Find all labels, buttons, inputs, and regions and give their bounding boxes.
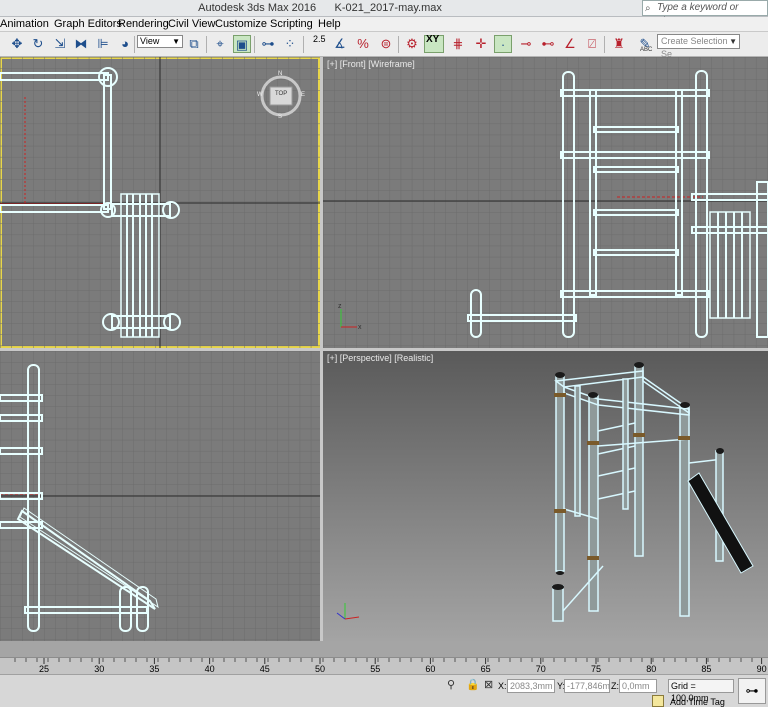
grid-snap-icon[interactable]: ⋕	[449, 35, 467, 53]
left-view-canvas	[0, 351, 320, 641]
x-coordinate-field[interactable]: 2083,3mm	[507, 679, 555, 693]
search-icon: ⌕	[645, 3, 651, 14]
menu-animation[interactable]: Animation	[0, 18, 49, 30]
viewcube-face-label: TOP	[275, 91, 288, 97]
title-bar: Autodesk 3ds Max 2016 K-021_2017-may.max…	[0, 0, 768, 27]
top-view-canvas	[0, 57, 320, 348]
svg-text:z: z	[338, 303, 342, 310]
time-tag-icon[interactable]	[652, 695, 664, 707]
main-toolbar: ✥ ↻ ⇲ ⧓ ⊫ ◕ ⧉ ⌖ ▣ ⊶ ⁘ ∡ % ⊜ ⚙ ⋕ ✛ · ⊸ ⊷ …	[0, 32, 768, 57]
pivot-snap-icon[interactable]: ✛	[472, 35, 490, 53]
menu-graph-editors[interactable]: Graph Editors	[54, 18, 122, 30]
viewcube-west: W	[257, 92, 263, 98]
menu-rendering[interactable]: Rendering	[118, 18, 169, 30]
track-bar-ruler[interactable]: 25 30 35 40 45 50 55 60 65 70 75 80 85 90	[0, 657, 768, 674]
spinner-snap-icon[interactable]: ⊜	[377, 35, 395, 53]
front-viewport-label[interactable]: [+] [Front] [Wireframe]	[327, 59, 415, 69]
viewcube-north: N	[278, 71, 283, 77]
search-input[interactable]: ⌕ Type a keyword or phrase	[642, 0, 768, 27]
x-label: X:	[498, 681, 507, 691]
chevron-down-icon: ▼	[729, 37, 737, 46]
ruler-tick-label: 35	[149, 664, 159, 674]
y-coordinate-field[interactable]: -177,846m	[564, 679, 610, 693]
rotate-icon[interactable]: ↻	[29, 35, 47, 53]
file-name: K-021_2017-may.max	[334, 2, 442, 14]
ruler-tick-label: 40	[205, 664, 215, 674]
svg-text:x: x	[358, 324, 362, 331]
ruler-tick-label: 50	[315, 664, 325, 674]
tangent-snap-icon[interactable]: ⍁	[583, 35, 601, 53]
z-label: Z:	[611, 681, 619, 691]
ruler-tick-label: 45	[260, 664, 270, 674]
time-slider[interactable]	[0, 641, 768, 657]
ruler-tick-label: 70	[536, 664, 546, 674]
constraint-icon[interactable]: ⚙	[403, 35, 421, 53]
viewport-left[interactable]	[0, 351, 320, 641]
angle-snap-icon[interactable]: ∡	[331, 35, 349, 53]
status-bar: ⚲ 🔒 ⊠ X: 2083,3mm Y: -177,846m Z: 0,0mm …	[0, 674, 768, 707]
named-sets-icon[interactable]: ♜	[610, 35, 628, 53]
perspective-viewport-label[interactable]: [+] [Perspective] [Realistic]	[327, 353, 433, 363]
ruler-tick-label: 90	[757, 664, 767, 674]
ruler-tick-label: 60	[425, 664, 435, 674]
app-title: Autodesk 3ds Max 2016	[198, 2, 317, 14]
menu-help[interactable]: Help	[318, 18, 341, 30]
ruler-tick-label: 75	[591, 664, 601, 674]
viewport-top[interactable]: TOP N S W E	[0, 57, 320, 348]
move-icon[interactable]: ✥	[8, 35, 26, 53]
window-title: Autodesk 3ds Max 2016 K-021_2017-may.max	[0, 2, 640, 14]
percent-snap-icon[interactable]: %	[354, 35, 372, 53]
vertex-snap-icon[interactable]: ·	[494, 35, 512, 53]
perspective-view-canvas	[323, 351, 768, 641]
lock-icon[interactable]: 🔒	[466, 678, 480, 691]
reference-coordinate-dropdown[interactable]: View ▼	[137, 35, 183, 48]
ruler-tick-label: 85	[701, 664, 711, 674]
viewport-perspective[interactable]: [+] [Perspective] [Realistic]	[323, 351, 768, 641]
menu-scripting[interactable]: Scripting	[270, 18, 313, 30]
scale-icon[interactable]: ⇲	[51, 35, 69, 53]
menu-bar: Animation Graph Editors Rendering Civil …	[0, 17, 768, 32]
grid-size-readout: Grid = 100,0mm	[668, 679, 734, 703]
render-teapot-icon[interactable]: ◕	[116, 35, 134, 53]
snap-points-icon[interactable]: ⁘	[281, 35, 299, 53]
set-key-icon[interactable]: ⊶	[738, 678, 766, 704]
pin-icon[interactable]: ⚲	[447, 678, 455, 691]
z-coordinate-field[interactable]: 0,0mm	[619, 679, 657, 693]
ruler-tick-label: 25	[39, 664, 49, 674]
menu-civil-view[interactable]: Civil View	[168, 18, 215, 30]
align-icon[interactable]: ⊫	[94, 35, 112, 53]
front-view-canvas: z x	[323, 57, 768, 348]
perpendicular-snap-icon[interactable]: ∠	[561, 35, 579, 53]
xy-label: XY	[426, 34, 440, 45]
mirror-icon[interactable]: ⧓	[72, 35, 90, 53]
select-manipulate-icon[interactable]: ▣	[233, 35, 251, 53]
keyboard-shortcut-icon[interactable]: ⊶	[259, 35, 277, 53]
selection-set-dropdown[interactable]: Create Selection Se ▼	[657, 34, 740, 59]
pivot-icon[interactable]: ⌖	[211, 35, 229, 53]
view-dropdown-value: View	[140, 36, 160, 46]
menu-customize[interactable]: Customize	[215, 18, 267, 30]
ruler-ticks: 25 30 35 40 45 50 55 60 65 70 75 80 85 90	[14, 658, 767, 674]
ruler-tick-label: 30	[94, 664, 104, 674]
ruler-tick-label: 65	[481, 664, 491, 674]
viewcube-south: S	[278, 114, 283, 120]
viewport-front[interactable]: z x [+] [Front] [Wireframe]	[323, 57, 768, 348]
chevron-down-icon: ▼	[172, 37, 180, 46]
add-time-tag-button[interactable]: Add Time Tag	[670, 697, 725, 707]
snap-toggle-label[interactable]: 2.5	[313, 34, 326, 44]
abc-label: ABC	[640, 47, 653, 53]
select-link-icon[interactable]: ⧉	[185, 35, 203, 53]
viewcube-east: E	[301, 92, 306, 98]
edge-snap-icon[interactable]: ⊸	[517, 35, 535, 53]
ruler-tick-label: 55	[370, 664, 380, 674]
ruler-tick-label: 80	[646, 664, 656, 674]
absolute-mode-icon[interactable]: ⊠	[484, 678, 493, 691]
face-snap-icon[interactable]: ⊷	[539, 35, 557, 53]
